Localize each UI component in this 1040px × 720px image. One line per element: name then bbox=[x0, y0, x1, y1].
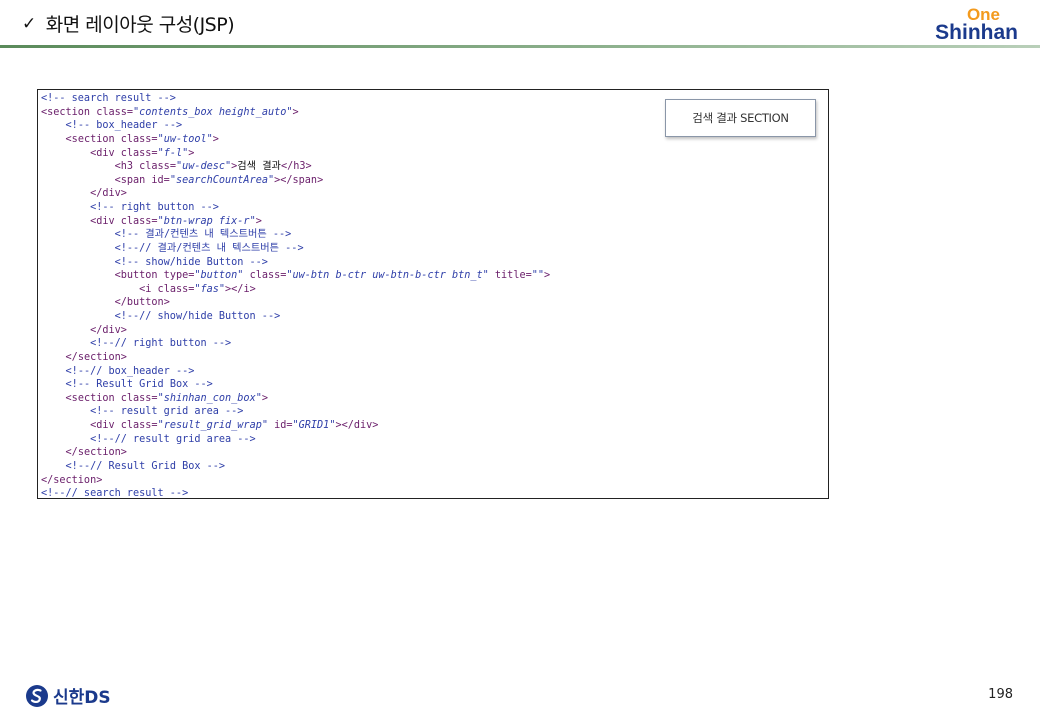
code-line: <div class="result_grid_wrap" id="GRID1"… bbox=[90, 420, 379, 431]
one-shinhan-logo: One Shinhan bbox=[935, 6, 1018, 43]
code-line: <div class="btn-wrap fix-r"> bbox=[90, 215, 262, 227]
code-line: <section class="shinhan_con_box"> bbox=[65, 392, 268, 404]
callout-box: 검색 결과 SECTION bbox=[665, 99, 816, 137]
slide-title: ✓ 화면 레이아웃 구성(JSP) bbox=[22, 10, 235, 37]
code-snippet-box: <!-- search result --> <section class="co… bbox=[37, 89, 829, 499]
code-line: <!-- 결과/컨텐츠 내 텍스트버튼 --> bbox=[114, 229, 292, 241]
code-line: <!--// show/hide Button --> bbox=[114, 311, 281, 322]
code-line: <!--// Result Grid Box --> bbox=[65, 460, 226, 472]
code-line: <!--// right button --> bbox=[90, 338, 232, 350]
shinhan-logo-icon bbox=[26, 684, 48, 707]
code-line: <!--// box_header --> bbox=[65, 365, 195, 377]
code-line: <!-- Result Grid Box --> bbox=[65, 379, 213, 391]
shinhan-ds-logo: 신한DS bbox=[25, 683, 111, 708]
callout-label: 검색 결과 SECTION bbox=[692, 111, 789, 125]
code-line: <!--// 결과/컨텐츠 내 텍스트버튼 --> bbox=[114, 242, 304, 254]
code-line: <i class="fas"></i> bbox=[139, 283, 256, 295]
code-line: <!-- show/hide Button --> bbox=[114, 256, 268, 268]
code-line: <!-- result grid area --> bbox=[90, 406, 244, 418]
page-number: 198 bbox=[988, 687, 1013, 702]
logo-shinhan-text: Shinhan bbox=[935, 21, 1018, 44]
check-icon: ✓ bbox=[22, 13, 36, 34]
code-line: <!--// search result --> bbox=[41, 488, 189, 499]
code-line: <span id="searchCountArea"></span> bbox=[114, 174, 324, 186]
code-line: <!-- right button --> bbox=[90, 202, 219, 213]
code-line: <div class="f-l"> bbox=[90, 147, 195, 159]
slide-title-text: 화면 레이아웃 구성(JSP) bbox=[45, 14, 235, 36]
code-line: </button> bbox=[114, 297, 170, 309]
code-line: </section> bbox=[41, 474, 103, 486]
code-line: <button type="button" class="uw-btn b-ct… bbox=[114, 270, 551, 282]
code-line: <!--// result grid area --> bbox=[90, 433, 256, 445]
code-line: </div> bbox=[90, 324, 127, 336]
header-divider bbox=[0, 45, 1040, 48]
footer-logo-text: 신한DS bbox=[53, 688, 111, 708]
code-line: </section> bbox=[65, 351, 127, 363]
code-line: </section> bbox=[65, 447, 127, 459]
code-line: <h3 class="uw-desc">검색 결과</h3> bbox=[114, 161, 312, 173]
code-line: </div> bbox=[90, 188, 127, 200]
